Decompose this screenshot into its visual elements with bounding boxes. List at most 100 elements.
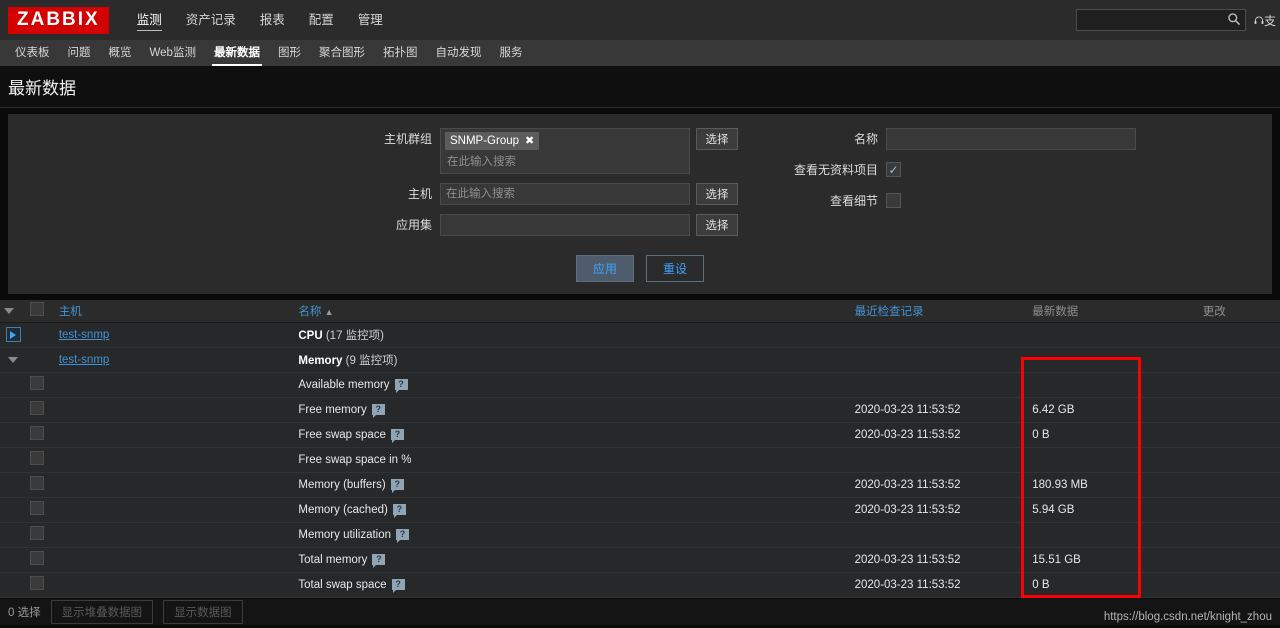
table-row[interactable]: Available memory?: [0, 372, 1280, 398]
zabbix-logo[interactable]: ZABBIX: [8, 6, 109, 34]
row-checkbox-cell[interactable]: [26, 497, 55, 523]
hostgroup-chip[interactable]: SNMP-Group ✖: [445, 132, 540, 150]
header-host[interactable]: 主机: [54, 300, 295, 323]
application-input[interactable]: [440, 214, 690, 236]
row-name-cell: Free swap space in %: [294, 447, 851, 473]
show-without-data-checkbox[interactable]: ✓: [886, 162, 901, 177]
name-input[interactable]: [886, 128, 1136, 150]
table-row[interactable]: Free swap space in %: [0, 447, 1280, 473]
application-select-button[interactable]: 选择: [696, 214, 738, 236]
chevron-down-icon[interactable]: [4, 307, 14, 314]
help-icon[interactable]: ?: [396, 528, 410, 543]
row-checkbox[interactable]: [30, 551, 45, 565]
subnav-problems[interactable]: 问题: [59, 40, 100, 66]
row-checkbox[interactable]: [30, 576, 45, 590]
header-collapse-all[interactable]: [0, 300, 27, 323]
main-nav-configuration[interactable]: 配置: [297, 0, 346, 40]
row-checkbox[interactable]: [30, 501, 45, 515]
help-icon[interactable]: ?: [390, 478, 404, 493]
subnav-graphs[interactable]: 图形: [269, 40, 310, 66]
table-row[interactable]: test-snmp CPU (17 监控项): [0, 322, 1280, 348]
row-checkbox-cell[interactable]: [26, 372, 55, 398]
host-input[interactable]: [440, 183, 690, 205]
row-host-cell[interactable]: test-snmp: [54, 322, 295, 348]
reset-button[interactable]: 重设: [646, 255, 705, 282]
subnav-screens[interactable]: 聚合图形: [310, 40, 374, 66]
subnav-latest-data[interactable]: 最新数据: [205, 40, 269, 66]
support-link[interactable]: 支: [1254, 12, 1280, 29]
apply-button[interactable]: 应用: [575, 255, 634, 282]
help-icon[interactable]: ?: [372, 553, 386, 568]
remove-chip-icon[interactable]: ✖: [525, 134, 534, 147]
main-nav-inventory[interactable]: 资产记录: [174, 0, 248, 40]
display-graph-button[interactable]: 显示数据图: [163, 599, 243, 624]
search-input[interactable]: [1076, 9, 1246, 31]
collapse-down-icon[interactable]: [8, 356, 19, 363]
row-checkbox-cell[interactable]: [26, 397, 55, 423]
main-nav-administration[interactable]: 管理: [346, 0, 395, 40]
table-row[interactable]: Total swap space? 2020-03-23 11:53:52 0 …: [0, 572, 1280, 598]
subnav-discovery[interactable]: 自动发现: [426, 40, 490, 66]
header-last-check-label[interactable]: 最近检查记录: [855, 306, 924, 318]
header-name[interactable]: 名称 ▲: [294, 300, 851, 323]
subnav-maps[interactable]: 拓扑图: [374, 40, 427, 66]
table-row[interactable]: test-snmp Memory (9 监控项): [0, 347, 1280, 373]
row-checkbox[interactable]: [30, 376, 45, 390]
host-link[interactable]: test-snmp: [59, 329, 110, 341]
table-header-row: 主机 名称 ▲ 最近检查记录 最新数据 更改: [0, 300, 1280, 323]
row-checkbox[interactable]: [30, 426, 45, 440]
display-stacked-graph-button[interactable]: 显示堆叠数据图: [50, 599, 154, 624]
help-icon[interactable]: ?: [390, 428, 404, 443]
table-row[interactable]: Total memory? 2020-03-23 11:53:52 15.51 …: [0, 547, 1280, 573]
show-details-checkbox[interactable]: [886, 193, 901, 208]
row-checkbox[interactable]: [30, 451, 45, 465]
global-search[interactable]: [1076, 9, 1246, 31]
host-link[interactable]: test-snmp: [59, 354, 110, 366]
table-row[interactable]: Free swap space? 2020-03-23 11:53:52 0 B: [0, 422, 1280, 448]
subnav-services[interactable]: 服务: [490, 40, 531, 66]
help-icon[interactable]: ?: [392, 503, 406, 518]
subnav-overview[interactable]: 概览: [100, 40, 141, 66]
hostgroup-select-button[interactable]: 选择: [696, 128, 738, 150]
row-checkbox[interactable]: [30, 401, 45, 415]
help-icon[interactable]: ?: [371, 403, 385, 418]
main-nav-reports[interactable]: 报表: [248, 0, 297, 40]
header-host-label[interactable]: 主机: [59, 306, 82, 318]
hostgroup-multiselect[interactable]: SNMP-Group ✖ 在此输入搜索: [440, 128, 690, 174]
search-icon[interactable]: [1227, 12, 1241, 26]
row-checkbox-cell[interactable]: [26, 472, 55, 498]
table-row[interactable]: Memory (cached)? 2020-03-23 11:53:52 5.9…: [0, 497, 1280, 523]
header-change: 更改: [1198, 300, 1280, 323]
sort-ascending-icon: ▲: [324, 306, 334, 317]
table-row[interactable]: Memory utilization?: [0, 522, 1280, 548]
row-checkbox-cell[interactable]: [26, 522, 55, 548]
group-count: (17 监控项): [325, 329, 384, 342]
row-host-cell[interactable]: test-snmp: [54, 347, 295, 373]
checkmark-icon: ✓: [888, 162, 899, 177]
header-name-label[interactable]: 名称: [298, 306, 321, 318]
row-checkbox[interactable]: [30, 526, 45, 540]
table-row[interactable]: Memory (buffers)? 2020-03-23 11:53:52 18…: [0, 472, 1280, 498]
group-name: CPU: [298, 329, 323, 342]
host-select-button[interactable]: 选择: [696, 183, 738, 205]
header-select-all[interactable]: [26, 300, 55, 323]
help-icon[interactable]: ?: [394, 378, 408, 393]
row-checkbox[interactable]: [30, 476, 45, 490]
subnav-web-monitoring[interactable]: Web监测: [141, 40, 205, 66]
row-toggle-cell[interactable]: [0, 322, 27, 348]
expand-right-icon[interactable]: [5, 327, 21, 342]
row-toggle-cell[interactable]: [0, 347, 27, 373]
subnav-dashboard[interactable]: 仪表板: [6, 40, 59, 66]
header-last-check[interactable]: 最近检查记录: [850, 300, 1029, 323]
main-nav-monitoring[interactable]: 监测: [125, 0, 174, 40]
help-icon[interactable]: ?: [391, 578, 405, 593]
table-row[interactable]: Free memory? 2020-03-23 11:53:52 6.42 GB: [0, 397, 1280, 423]
row-checkbox-cell[interactable]: [26, 572, 55, 598]
row-checkbox-cell[interactable]: [26, 447, 55, 473]
row-checkbox-cell[interactable]: [26, 547, 55, 573]
page-title: 最新数据: [8, 79, 76, 98]
row-name-cell: Memory utilization?: [294, 522, 851, 548]
row-checkbox-cell[interactable]: [26, 422, 55, 448]
select-all-checkbox[interactable]: [30, 302, 45, 317]
row-checkbox-cell: [26, 347, 55, 373]
